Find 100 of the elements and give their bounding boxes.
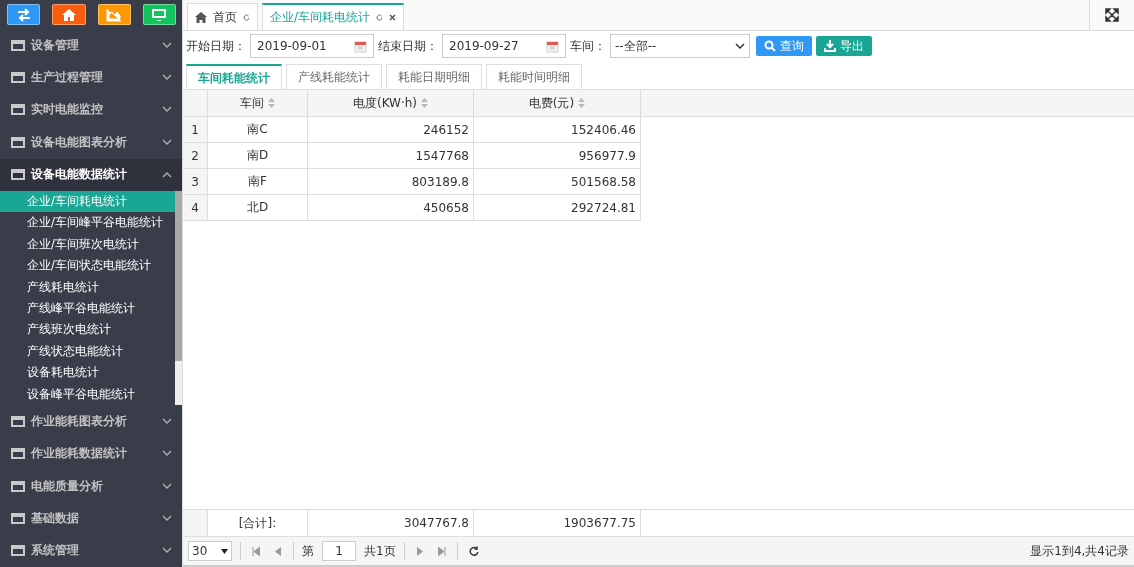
submenu-item[interactable]: 企业/车间峰平谷电能统计 (0, 212, 175, 234)
menu-group[interactable]: 实时电能监控 (0, 93, 182, 127)
scrollbar-thumb[interactable] (175, 191, 182, 362)
table-cell: 北D (208, 195, 308, 221)
scrollbar[interactable] (175, 191, 182, 405)
chevron-icon (735, 42, 745, 50)
chevron-icon (162, 450, 172, 458)
monitor-button[interactable] (142, 4, 176, 25)
window-icon (11, 545, 25, 557)
menu-group-label: 设备电能图表分析 (31, 133, 128, 151)
chart-button[interactable] (97, 4, 131, 25)
workshop-select[interactable]: --全部-- (610, 34, 750, 58)
row-number: 3 (183, 169, 208, 195)
submenu-item[interactable]: 设备耗电统计 (0, 362, 175, 384)
page-count: 共1页 (364, 542, 396, 560)
search-icon (764, 40, 776, 52)
menu-group[interactable]: 设备电能数据统计 (0, 158, 182, 192)
chevron-icon (162, 41, 172, 49)
menu-group-label: 作业能耗图表分析 (31, 412, 128, 430)
window-icon (11, 448, 25, 460)
page-number-field[interactable]: 1 (322, 541, 356, 561)
chevron-icon (162, 138, 172, 146)
last-page-icon[interactable] (437, 546, 446, 556)
home-button[interactable] (52, 4, 86, 25)
submenu-item[interactable]: 设备峰平谷电能统计 (0, 383, 175, 405)
caret-icon (221, 548, 228, 554)
submenu-item[interactable]: 产线峰平谷电能统计 (0, 298, 175, 320)
home-icon (195, 11, 207, 23)
page-label: 第 (302, 542, 314, 560)
menu-group[interactable]: 电能质量分析 (0, 469, 182, 503)
menu-group[interactable]: 设备电能图表分析 (0, 126, 182, 159)
tab-label: 企业/车间耗电统计 (270, 9, 371, 26)
window-icon (11, 415, 25, 427)
table-cell: 956977.9 (474, 143, 641, 169)
menu-group-label: 系统管理 (31, 542, 80, 560)
chevron-icon (162, 514, 172, 522)
end-date-field[interactable]: 2019-09-27 (442, 34, 566, 58)
tab-label: 首页 (213, 8, 237, 26)
start-date-field[interactable]: 2019-09-01 (250, 34, 374, 58)
submenu-item[interactable]: 企业/车间状态电能统计 (0, 255, 175, 277)
row-number: 1 (183, 117, 208, 143)
workshop-label: 车间： (570, 37, 606, 55)
menu-group[interactable]: 设备管理 (0, 28, 182, 62)
refresh-icon[interactable] (468, 546, 479, 556)
menu-group-label: 电能质量分析 (31, 477, 104, 495)
first-page-icon[interactable] (252, 546, 260, 556)
menu-group-label: 设备管理 (31, 36, 80, 54)
window-icon (11, 136, 25, 148)
submenu-item[interactable]: 企业/车间班次电统计 (0, 233, 175, 256)
menu-group[interactable]: 作业能耗图表分析 (0, 404, 182, 438)
menu-group[interactable]: 系统管理 (0, 534, 182, 567)
table-cell: 1547768 (308, 143, 474, 169)
start-date-label: 开始日期： (186, 37, 246, 55)
window-icon (11, 72, 25, 84)
submenu-item[interactable]: 产线状态电能统计 (0, 340, 175, 363)
end-date-label: 结束日期： (378, 37, 438, 55)
next-page-icon[interactable] (415, 546, 424, 556)
column-header[interactable]: 车间 (208, 90, 308, 116)
sub-tab[interactable]: 产线耗能统计 (286, 64, 382, 89)
sub-tab[interactable]: 耗能日期明细 (386, 64, 482, 89)
page-tab[interactable]: 首页 (187, 3, 258, 30)
sort-icon (578, 98, 586, 108)
monitor-icon (151, 7, 168, 22)
menu-group[interactable]: 基础数据 (0, 502, 182, 535)
table-cell: [合计]: (208, 510, 308, 536)
chevron-icon (162, 106, 172, 114)
previous-page-icon[interactable] (274, 546, 282, 556)
table-cell: 450658 (308, 195, 474, 221)
record-summary: 显示1到4,共4记录 (1030, 542, 1129, 560)
column-header[interactable]: 电度(KW·h) (308, 90, 474, 116)
close-icon[interactable] (389, 14, 397, 21)
chevron-icon (162, 482, 172, 490)
row-number: 2 (183, 143, 208, 169)
area-chart-icon (106, 7, 123, 22)
menu-group[interactable]: 作业能耗数据统计 (0, 437, 182, 470)
column-header[interactable]: 电费(元) (474, 90, 641, 116)
window-icon (11, 39, 25, 51)
window-icon (11, 104, 25, 116)
window-icon (11, 512, 25, 524)
swap-button[interactable] (7, 4, 41, 25)
table-cell: 1903677.75 (474, 510, 641, 536)
menu-group-label: 设备电能数据统计 (31, 166, 128, 184)
submenu-item[interactable]: 产线耗电统计 (0, 276, 175, 298)
page-size-select[interactable]: 30 (188, 541, 232, 561)
fullscreen-icon[interactable] (1105, 8, 1119, 22)
chevron-icon (162, 417, 172, 425)
table-cell: 501568.58 (474, 169, 641, 195)
download-icon (824, 40, 836, 52)
calendar-icon[interactable] (546, 39, 559, 53)
submenu-item[interactable]: 产线班次电统计 (0, 319, 175, 341)
calendar-icon[interactable] (354, 39, 367, 53)
table-cell: 南D (208, 143, 308, 169)
sort-icon (421, 98, 429, 108)
table-cell: 803189.8 (308, 169, 474, 195)
home-icon (60, 7, 77, 22)
chevron-icon (162, 547, 172, 555)
window-icon (11, 169, 25, 181)
sub-tab[interactable]: 耗能时间明细 (486, 64, 582, 89)
menu-group[interactable]: 生产过程管理 (0, 61, 182, 94)
sort-icon (268, 98, 275, 108)
